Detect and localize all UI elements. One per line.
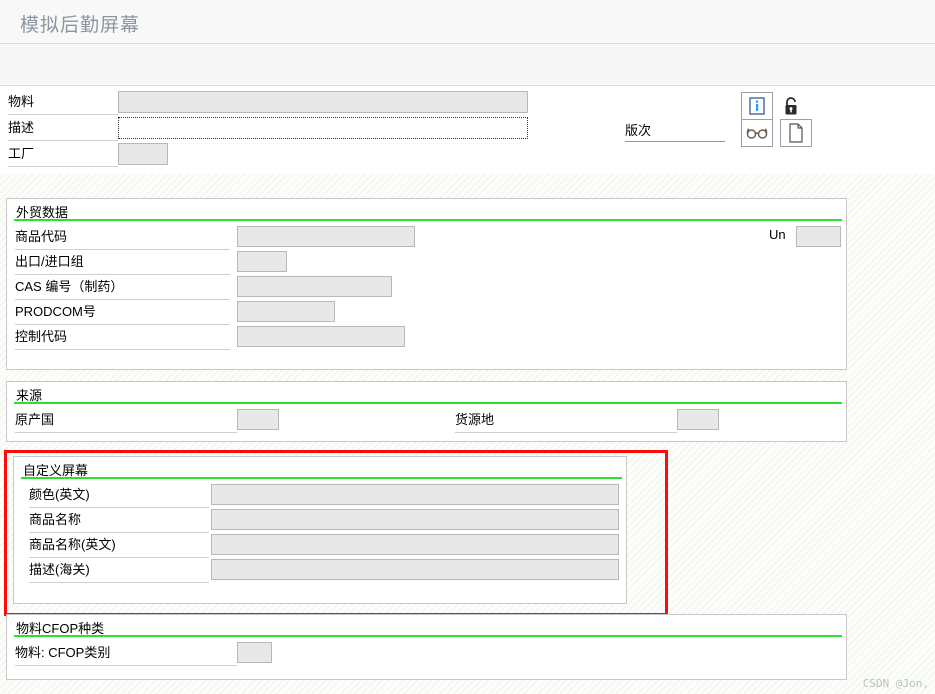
info-icon bbox=[749, 97, 765, 115]
row-product-name-en: 商品名称(英文) bbox=[29, 533, 619, 558]
row-export-import-group: 出口/进口组 bbox=[15, 250, 835, 275]
page-background: 模拟后勤屏幕 物料 描述 工厂 版次 外贸数据 Un 商品代码 出口/进口组 C… bbox=[0, 0, 935, 694]
label-region-of-origin: 货源地 bbox=[455, 408, 677, 433]
row-region-of-origin: 货源地 bbox=[455, 408, 855, 433]
input-customs-description[interactable] bbox=[211, 559, 619, 580]
version-group: 版次 bbox=[625, 120, 725, 142]
header-row-description: 描述 bbox=[0, 116, 540, 142]
row-color-en: 颜色(英文) bbox=[29, 483, 619, 508]
label-country-of-origin: 原产国 bbox=[15, 408, 237, 433]
label-product-name-en: 商品名称(英文) bbox=[29, 533, 209, 558]
input-commodity-code[interactable] bbox=[237, 226, 415, 247]
label-product-name: 商品名称 bbox=[29, 508, 209, 533]
version-label: 版次 bbox=[625, 123, 652, 138]
label-color-en: 颜色(英文) bbox=[29, 483, 209, 508]
input-prodcom-number[interactable] bbox=[237, 301, 335, 322]
label-prodcom-number: PRODCOM号 bbox=[15, 300, 230, 325]
row-cfop-category: 物料: CFOP类别 bbox=[15, 641, 435, 666]
header-row-material: 物料 bbox=[0, 90, 540, 116]
section-foreign-trade: 外贸数据 Un 商品代码 出口/进口组 CAS 编号（制药） PRODCOM号 … bbox=[6, 198, 847, 370]
header-label-description: 描述 bbox=[8, 116, 118, 141]
toolbar-band bbox=[0, 44, 935, 86]
row-product-name: 商品名称 bbox=[29, 508, 619, 533]
watermark: CSDN @Jon, bbox=[862, 677, 929, 690]
input-export-import-group[interactable] bbox=[237, 251, 287, 272]
input-cfop-category[interactable] bbox=[237, 642, 272, 663]
page-icon bbox=[789, 123, 803, 143]
row-customs-description: 描述(海关) bbox=[29, 558, 619, 583]
section-rule-cfop bbox=[14, 635, 842, 637]
section-cfop: 物料CFOP种类 物料: CFOP类别 bbox=[6, 614, 847, 680]
input-product-name[interactable] bbox=[211, 509, 619, 530]
label-cas-number: CAS 编号（制药） bbox=[15, 275, 230, 300]
input-region-of-origin[interactable] bbox=[677, 409, 719, 430]
section-source: 来源 原产国 货源地 bbox=[6, 381, 847, 442]
page-title: 模拟后勤屏幕 bbox=[20, 15, 141, 36]
label-control-code: 控制代码 bbox=[15, 325, 230, 350]
input-country-of-origin[interactable] bbox=[237, 409, 279, 430]
section-custom-screen: 自定义屏幕 颜色(英文) 商品名称 商品名称(英文) 描述(海关) bbox=[13, 456, 627, 604]
input-cas-number[interactable] bbox=[237, 276, 392, 297]
row-commodity-code: 商品代码 bbox=[15, 225, 835, 250]
label-export-import-group: 出口/进口组 bbox=[15, 250, 230, 275]
label-cfop-category: 物料: CFOP类别 bbox=[15, 641, 237, 666]
header-label-material: 物料 bbox=[8, 90, 118, 115]
row-prodcom-number: PRODCOM号 bbox=[15, 300, 835, 325]
section-rule-source bbox=[14, 402, 842, 404]
input-control-code[interactable] bbox=[237, 326, 405, 347]
version-underline bbox=[625, 141, 725, 142]
header-input-material[interactable] bbox=[118, 91, 528, 113]
label-commodity-code: 商品代码 bbox=[15, 225, 230, 250]
unlock-icon bbox=[785, 96, 797, 114]
window-titlebar: 模拟后勤屏幕 bbox=[0, 0, 935, 44]
input-product-name-en[interactable] bbox=[211, 534, 619, 555]
header-input-description[interactable] bbox=[118, 117, 528, 139]
unlock-icon-button[interactable] bbox=[775, 92, 807, 120]
label-customs-description: 描述(海关) bbox=[29, 558, 209, 583]
row-control-code: 控制代码 bbox=[15, 325, 835, 350]
row-cas-number: CAS 编号（制药） bbox=[15, 275, 835, 300]
row-country-of-origin: 原产国 bbox=[15, 408, 425, 433]
section-rule-custom-screen bbox=[21, 477, 622, 479]
input-color-en[interactable] bbox=[211, 484, 619, 505]
info-icon-button[interactable] bbox=[741, 92, 773, 120]
glasses-icon bbox=[746, 128, 768, 139]
header-label-plant: 工厂 bbox=[8, 142, 118, 167]
glasses-icon-button[interactable] bbox=[741, 119, 773, 147]
header-row-plant: 工厂 bbox=[0, 142, 540, 168]
section-rule-foreign-trade bbox=[14, 219, 842, 221]
page-icon-button[interactable] bbox=[780, 119, 812, 147]
header-input-plant[interactable] bbox=[118, 143, 168, 165]
